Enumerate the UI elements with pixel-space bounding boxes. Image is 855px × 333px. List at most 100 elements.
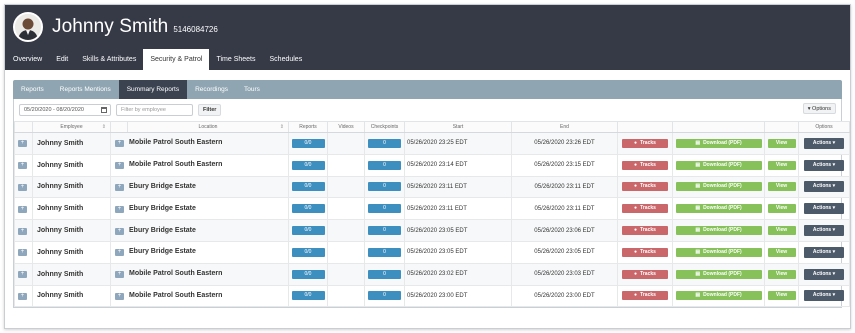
employee-filter-input[interactable]: Filter by employee <box>116 104 193 116</box>
location-name[interactable]: Mobile Patrol South Eastern <box>129 292 222 299</box>
tab-time-sheets[interactable]: Time Sheets <box>209 48 262 70</box>
expand-location-button[interactable]: + <box>115 140 124 148</box>
expand-location-button[interactable]: + <box>115 292 124 300</box>
subtab-tours[interactable]: Tours <box>236 80 268 99</box>
checkpoints-badge[interactable]: 0 <box>368 204 401 214</box>
location-name[interactable]: Ebury Bridge Estate <box>129 248 196 255</box>
expand-row-button[interactable]: + <box>18 292 27 300</box>
location-name[interactable]: Mobile Patrol South Eastern <box>129 139 222 146</box>
tab-schedules[interactable]: Schedules <box>263 48 310 70</box>
checkpoints-badge[interactable]: 0 <box>368 269 401 279</box>
date-range-input[interactable]: 05/20/2020 - 08/20/2020 <box>19 104 111 116</box>
view-button[interactable]: View <box>767 160 796 170</box>
col-reports[interactable]: Reports <box>288 121 328 133</box>
reports-badge[interactable]: 0/0 <box>291 204 325 214</box>
col-employee[interactable]: Employee ⇕ <box>32 121 111 133</box>
expand-location-button[interactable]: + <box>115 227 124 235</box>
expand-location-button[interactable]: + <box>115 162 124 170</box>
tab-overview[interactable]: Overview <box>6 48 49 70</box>
expand-location-button[interactable]: + <box>115 205 124 213</box>
download-pdf-button[interactable]: ▤ Download (PDF) <box>675 182 762 192</box>
actions-dropdown-button[interactable]: Actions ▾ <box>804 159 844 171</box>
employee-name[interactable]: Johnny Smith <box>32 175 111 199</box>
reports-badge[interactable]: 0/0 <box>291 160 325 170</box>
employee-name[interactable]: Johnny Smith <box>32 197 111 221</box>
col-end[interactable]: End <box>511 121 618 133</box>
expand-row-button[interactable]: + <box>18 205 27 213</box>
expand-row-button[interactable]: + <box>18 162 27 170</box>
subtab-reports-mentions[interactable]: Reports Mentions <box>52 80 119 99</box>
expand-location-button[interactable]: + <box>115 249 124 257</box>
actions-dropdown-button[interactable]: Actions ▾ <box>804 246 844 258</box>
reports-badge[interactable]: 0/0 <box>291 291 325 301</box>
expand-location-button[interactable]: + <box>115 183 124 191</box>
download-pdf-button[interactable]: ▤ Download (PDF) <box>675 204 762 214</box>
subtab-summary-reports[interactable]: Summary Reports <box>118 80 188 99</box>
download-pdf-button[interactable]: ▤ Download (PDF) <box>675 247 762 257</box>
actions-dropdown-button[interactable]: Actions ▾ <box>804 137 844 149</box>
location-name[interactable]: Ebury Bridge Estate <box>129 205 196 212</box>
view-button[interactable]: View <box>767 204 796 214</box>
checkpoints-badge[interactable]: 0 <box>368 182 401 192</box>
tracks-button[interactable]: ● Tracks <box>622 291 668 301</box>
employee-name[interactable]: Johnny Smith <box>32 262 111 286</box>
expand-row-button[interactable]: + <box>18 271 27 279</box>
employee-name[interactable]: Johnny Smith <box>32 284 111 308</box>
reports-badge[interactable]: 0/0 <box>291 269 325 279</box>
view-button[interactable]: View <box>767 182 796 192</box>
checkpoints-badge[interactable]: 0 <box>368 247 401 257</box>
tracks-button[interactable]: ● Tracks <box>622 160 668 170</box>
subtab-reports[interactable]: Reports <box>13 80 52 99</box>
employee-name[interactable]: Johnny Smith <box>32 219 111 242</box>
location-name[interactable]: Ebury Bridge Estate <box>129 227 196 234</box>
reports-badge[interactable]: 0/0 <box>291 138 325 148</box>
reports-badge[interactable]: 0/0 <box>291 247 325 257</box>
filter-button[interactable]: Filter <box>198 104 222 116</box>
expand-row-button[interactable]: + <box>18 140 27 148</box>
actions-dropdown-button[interactable]: Actions ▾ <box>804 268 844 280</box>
employee-name[interactable]: Johnny Smith <box>32 153 111 177</box>
options-button[interactable]: ▾ Options <box>802 103 836 114</box>
checkpoints-badge[interactable]: 0 <box>368 138 401 148</box>
location-name[interactable]: Mobile Patrol South Eastern <box>129 161 222 168</box>
tracks-button[interactable]: ● Tracks <box>622 138 668 148</box>
location-name[interactable]: Mobile Patrol South Eastern <box>129 270 222 277</box>
checkpoints-badge[interactable]: 0 <box>368 160 401 170</box>
tab-skills-attributes[interactable]: Skills & Attributes <box>75 48 143 70</box>
col-checkpoints[interactable]: Checkpoints <box>364 121 405 133</box>
view-button[interactable]: View <box>767 247 796 257</box>
tracks-button[interactable]: ● Tracks <box>622 182 668 192</box>
tracks-button[interactable]: ● Tracks <box>622 247 668 257</box>
checkpoints-badge[interactable]: 0 <box>368 226 401 236</box>
tab-security-patrol[interactable]: Security & Patrol <box>143 49 210 70</box>
tab-edit[interactable]: Edit <box>49 48 75 70</box>
tracks-button[interactable]: ● Tracks <box>622 204 668 214</box>
download-pdf-button[interactable]: ▤ Download (PDF) <box>675 226 762 236</box>
view-button[interactable]: View <box>767 226 796 236</box>
view-button[interactable]: View <box>767 138 796 148</box>
tracks-button[interactable]: ● Tracks <box>622 226 668 236</box>
employee-name[interactable]: Johnny Smith <box>32 240 111 264</box>
tracks-button[interactable]: ● Tracks <box>622 269 668 279</box>
actions-dropdown-button[interactable]: Actions ▾ <box>804 203 844 215</box>
expand-row-button[interactable]: + <box>18 249 27 257</box>
checkpoints-badge[interactable]: 0 <box>368 291 401 301</box>
subtab-recordings[interactable]: Recordings <box>187 80 236 99</box>
view-button[interactable]: View <box>767 291 796 301</box>
expand-location-button[interactable]: + <box>115 271 124 279</box>
actions-dropdown-button[interactable]: Actions ▾ <box>804 181 844 193</box>
location-name[interactable]: Ebury Bridge Estate <box>129 183 196 190</box>
download-pdf-button[interactable]: ▤ Download (PDF) <box>675 291 762 301</box>
download-pdf-button[interactable]: ▤ Download (PDF) <box>675 269 762 279</box>
reports-badge[interactable]: 0/0 <box>291 226 325 236</box>
col-location[interactable]: Location ⇕ <box>127 121 289 133</box>
expand-row-button[interactable]: + <box>18 227 27 235</box>
reports-badge[interactable]: 0/0 <box>291 182 325 192</box>
col-videos[interactable]: Videos <box>327 121 365 133</box>
employee-name[interactable]: Johnny Smith <box>32 132 111 155</box>
download-pdf-button[interactable]: ▤ Download (PDF) <box>675 160 762 170</box>
actions-dropdown-button[interactable]: Actions ▾ <box>804 290 844 302</box>
actions-dropdown-button[interactable]: Actions ▾ <box>804 225 844 237</box>
view-button[interactable]: View <box>767 269 796 279</box>
expand-row-button[interactable]: + <box>18 183 27 191</box>
